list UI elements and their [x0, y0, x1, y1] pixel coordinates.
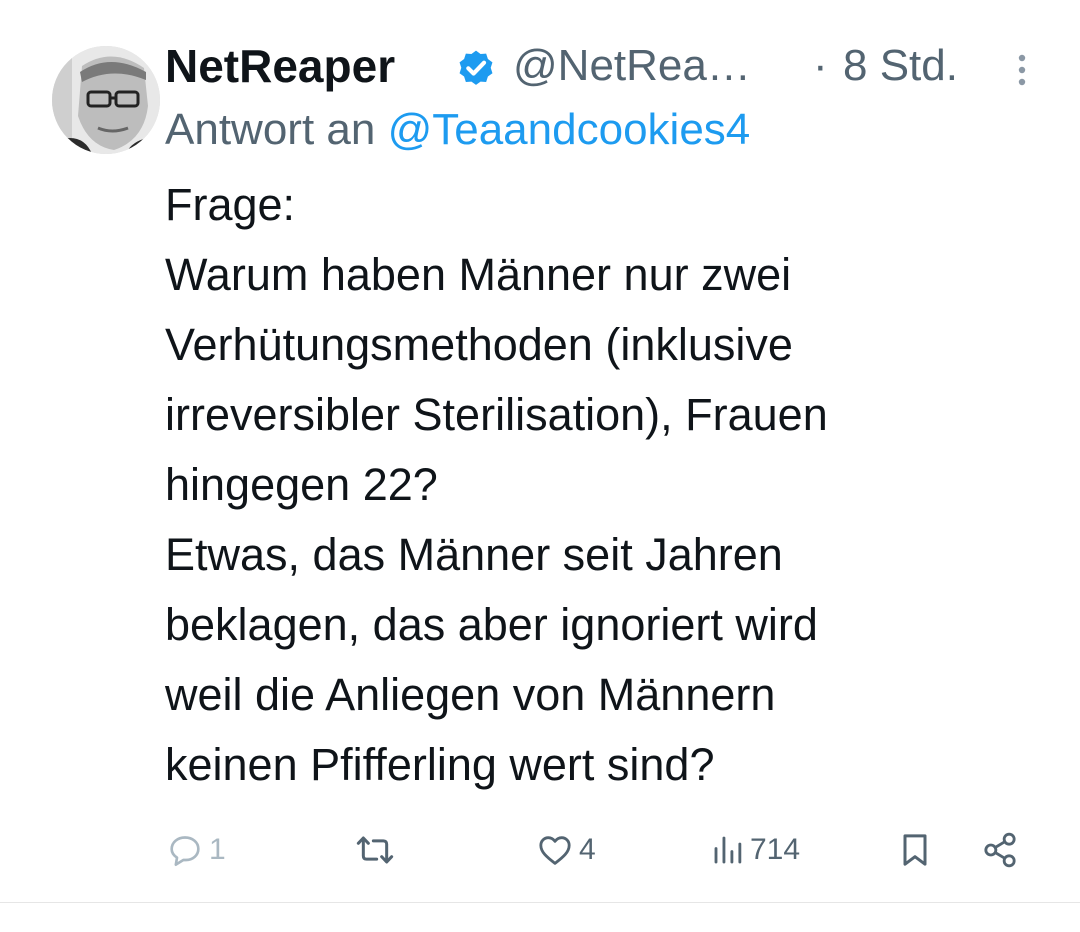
separator-dot: · — [813, 41, 828, 90]
share-button[interactable] — [980, 820, 1020, 880]
reply-mention-link[interactable]: @Teaandcookies4 — [388, 105, 751, 154]
tweet-line: hingegen 22? — [165, 459, 438, 510]
views-button[interactable]: 714 — [710, 820, 800, 880]
avatar-photo — [52, 46, 160, 154]
tweet-line: keinen Pfifferling wert sind? — [165, 739, 715, 790]
user-handle[interactable]: @NetRea… — [513, 36, 751, 96]
more-options-icon[interactable] — [1015, 52, 1029, 88]
bookmark-button[interactable] — [895, 820, 935, 880]
retweet-button[interactable] — [355, 820, 395, 880]
tweet-line: beklagen, das aber ignoriert wird — [165, 599, 818, 650]
like-count: 4 — [579, 833, 596, 866]
display-name[interactable]: NetReaper — [165, 36, 395, 96]
tweet-card: NetReaper @NetRea… · 8 Std. Antwort an @… — [0, 0, 1080, 932]
tweet-text: Frage: Warum haben Männer nur zwei Verhü… — [165, 170, 1055, 800]
views-count: 714 — [750, 833, 801, 866]
share-icon — [984, 832, 1016, 868]
reply-button[interactable]: 1 — [165, 820, 226, 880]
views-chart-icon — [714, 836, 742, 864]
action-bar: 1 4 714 — [165, 820, 1045, 880]
reply-count: 1 — [209, 833, 226, 866]
tweet-line: Warum haben Männer nur zwei — [165, 249, 792, 300]
tweet-line: Frage: — [165, 179, 296, 230]
tweet-line: weil die Anliegen von Männern — [165, 669, 776, 720]
tweet-line: irreversibler Sterilisation), Frauen — [165, 389, 828, 440]
tweet-header: NetReaper @NetRea… · 8 Std. — [165, 36, 1050, 96]
avatar[interactable] — [52, 46, 160, 154]
reply-prefix: Antwort an — [165, 105, 376, 154]
timestamp[interactable]: 8 Std. — [843, 36, 958, 96]
retweet-icon — [356, 836, 394, 864]
bookmark-icon — [903, 834, 927, 866]
reply-icon — [170, 836, 200, 866]
like-button[interactable]: 4 — [535, 820, 596, 880]
reply-context: Antwort an @Teaandcookies4 — [165, 100, 750, 160]
tweet-line: Etwas, das Männer seit Jahren — [165, 529, 783, 580]
heart-icon — [539, 836, 571, 865]
verified-badge-icon — [459, 50, 493, 85]
divider — [0, 902, 1080, 903]
tweet-line: Verhütungsmethoden (inklusive — [165, 319, 793, 370]
